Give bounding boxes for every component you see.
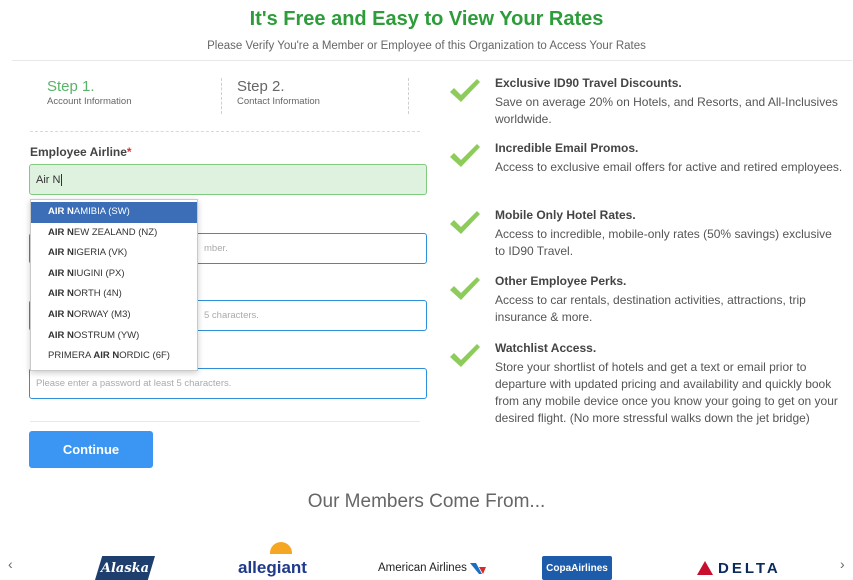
benefit-title: Incredible Email Promos. — [495, 141, 639, 155]
airline-option[interactable]: PRIMERA AIR NORDIC (6F) — [31, 346, 197, 367]
airline-option[interactable]: AIR NIUGINI (PX) — [31, 264, 197, 285]
step-2-desc: Contact Information — [237, 96, 320, 107]
airline-option[interactable]: AIR NORWAY (M3) — [31, 305, 197, 326]
airline-option[interactable]: AIR NEW ZEALAND (NZ) — [31, 223, 197, 244]
airline-option[interactable]: AIR NORTH (4N) — [31, 284, 197, 305]
checkmark-icon — [450, 344, 480, 367]
airline-option[interactable]: AIR NOSTRUM (YW) — [31, 326, 197, 347]
step-1-desc: Account Information — [47, 96, 132, 107]
airline-option[interactable]: AIR NIGERIA (VK) — [31, 243, 197, 264]
benefit-text: Access to car rentals, destination activ… — [495, 293, 806, 324]
benefit-text: Save on average 20% on Hotels, and Resor… — [495, 95, 838, 126]
benefit-title: Exclusive ID90 Travel Discounts. — [495, 76, 682, 90]
page-title: It's Free and Easy to View Your Rates — [249, 8, 604, 30]
allegiant-logo: allegiant — [238, 542, 307, 580]
step-2: Step 2. Contact Information — [237, 78, 320, 107]
confirm-password-input[interactable]: Please enter a password at least 5 chara… — [29, 368, 427, 399]
benefit-title: Other Employee Perks. — [495, 274, 627, 288]
steps-indicator: Step 1. Account Information Step 2. Cont… — [30, 70, 420, 132]
carousel-prev-icon[interactable]: ‹ — [8, 556, 13, 572]
required-mark: * — [126, 145, 132, 159]
step-separator — [221, 78, 222, 114]
carousel-next-icon[interactable]: › — [840, 556, 845, 572]
delta-logo: DELTA — [697, 556, 781, 580]
checkmark-icon — [450, 144, 480, 167]
confirm-password-placeholder: Please enter a password at least 5 chara… — [36, 378, 232, 389]
benefit-text: Access to exclusive email offers for act… — [495, 160, 843, 174]
benefit-title: Watchlist Access. — [495, 341, 597, 355]
checkmark-icon — [450, 211, 480, 234]
page-subtitle: Please Verify You're a Member or Employe… — [207, 40, 646, 52]
members-heading: Our Members Come From... — [307, 491, 546, 512]
step-2-title: Step 2. — [237, 78, 285, 95]
checkmark-icon — [450, 277, 480, 300]
step-separator — [408, 78, 409, 114]
airline-input-value: Air N — [36, 173, 61, 186]
airline-dropdown: AIR NAMIBIA (SW) AIR NEW ZEALAND (NZ) AIR … — [30, 199, 198, 371]
form-divider — [30, 421, 420, 422]
employee-airline-label: Employee Airline* — [30, 145, 132, 159]
copa-airlines-logo: CopaAirlines — [542, 556, 612, 580]
alaska-logo: Alaska — [95, 556, 155, 580]
header-divider — [12, 60, 852, 61]
step-1-title: Step 1. — [47, 78, 95, 95]
password-placeholder: 5 characters. — [204, 310, 259, 321]
employee-airline-input[interactable]: Air N — [29, 164, 427, 195]
step-1: Step 1. Account Information — [47, 78, 132, 107]
benefit-title: Mobile Only Hotel Rates. — [495, 208, 636, 222]
member-id-placeholder: mber. — [204, 243, 228, 254]
allegiant-sun-icon — [270, 542, 292, 554]
text-caret — [61, 173, 63, 186]
american-airlines-logo: American Airlines — [378, 556, 486, 580]
delta-widget-icon — [697, 561, 713, 575]
airline-option[interactable]: AIR NAMIBIA (SW) — [31, 202, 197, 223]
american-airlines-eagle-icon — [469, 563, 486, 574]
checkmark-icon — [450, 79, 480, 102]
benefit-text: Access to incredible, mobile-only rates … — [495, 227, 832, 258]
benefit-text: Store your shortlist of hotels and get a… — [495, 360, 838, 425]
continue-button[interactable]: Continue — [29, 431, 153, 468]
